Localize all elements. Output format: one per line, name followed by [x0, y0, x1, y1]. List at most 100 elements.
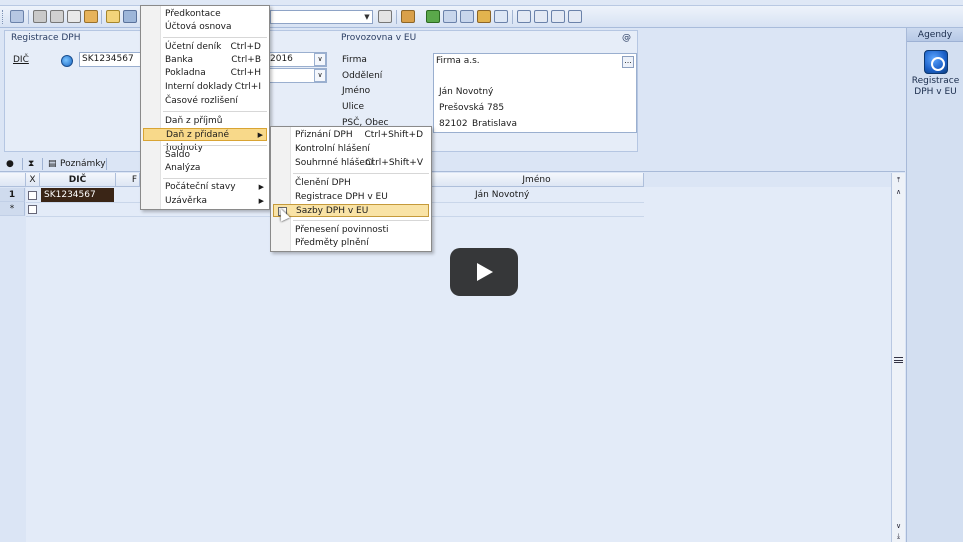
menu-item-label: Pokladna: [165, 68, 206, 78]
submenu-item-priznani-dph[interactable]: Přiznání DPH Ctrl+Shift+D: [273, 129, 429, 142]
menu-item-label: Předměty plnění: [295, 238, 369, 248]
ellipsis-button[interactable]: ...: [622, 56, 634, 68]
menu-item-dan-z-prijmu[interactable]: Daň z příjmů: [143, 115, 267, 128]
menu-separator: [293, 220, 429, 221]
dic-input[interactable]: SK1234567: [79, 52, 141, 67]
menu-item-uctova-osnova[interactable]: Účtová osnova: [143, 21, 267, 34]
email-icon[interactable]: @: [622, 33, 631, 43]
column-header-jmeno[interactable]: Jméno: [430, 173, 644, 187]
psc-value: 82102: [439, 119, 468, 129]
registrace-dph-eu-icon[interactable]: [924, 50, 948, 74]
jmeno-cell[interactable]: Ján Novotný: [472, 188, 642, 202]
submenu-item-cleneni-dph[interactable]: Členění DPH: [273, 177, 429, 190]
video-play-button[interactable]: [450, 248, 518, 296]
menu-separator: [163, 145, 267, 146]
edit-icon[interactable]: [123, 10, 137, 23]
scroll-grip-icon[interactable]: [894, 357, 903, 363]
row-selector[interactable]: 1: [0, 188, 25, 202]
dic-cell[interactable]: SK1234567: [41, 188, 114, 202]
submenu-item-kontrolni-hlaseni[interactable]: Kontrolní hlášení: [273, 143, 429, 156]
help-icon[interactable]: [568, 10, 582, 23]
menu-item-label: Účetní deník: [165, 42, 222, 52]
iban-icon[interactable]: [494, 10, 508, 23]
column-header-dic[interactable]: DIČ: [40, 173, 116, 187]
folder-icon[interactable]: [401, 10, 415, 23]
menu-item-label: Uzávěrka: [165, 196, 207, 206]
menu-item-banka[interactable]: Banka Ctrl+B: [143, 54, 267, 67]
menu-item-label: Interní doklady: [165, 82, 233, 92]
vat-submenu: Přiznání DPH Ctrl+Shift+D Kontrolní hláše…: [270, 126, 432, 252]
submenu-item-registrace-dph-v-eu[interactable]: Registrace DPH v EU: [273, 191, 429, 204]
menu-item-pokladna[interactable]: Pokladna Ctrl+H: [143, 67, 267, 80]
oddeleni-label: Oddělení: [342, 71, 383, 81]
submenu-item-souhrnne-hlaseni[interactable]: Souhrnné hlášení Ctrl+Shift+V: [273, 157, 429, 170]
row-checkbox[interactable]: [28, 191, 37, 200]
menu-item-shortcut: Ctrl+H: [230, 68, 261, 78]
menu-item-shortcut: Ctrl+I: [234, 82, 261, 92]
dic-label[interactable]: DIČ: [13, 55, 29, 65]
menu-item-analyza[interactable]: Analýza: [143, 162, 267, 175]
menu-item-ucetni-denik[interactable]: Účetní deník Ctrl+D: [143, 41, 267, 54]
print-icon[interactable]: [50, 10, 64, 23]
bullet-icon[interactable]: ●: [6, 158, 14, 170]
export-icon[interactable]: [84, 10, 98, 23]
tag-icon[interactable]: [426, 10, 440, 23]
column-header-f[interactable]: F: [116, 173, 140, 187]
calculator-icon[interactable]: [460, 10, 474, 23]
registration-title: Registrace DPH: [11, 33, 81, 43]
preview-icon[interactable]: [67, 10, 81, 23]
notes-tab[interactable]: Poznámky: [60, 158, 106, 170]
menu-item-uzaverka[interactable]: Uzávěrka ▶: [143, 195, 267, 208]
submenu-item-preneseni-povinnosti[interactable]: Přenesení povinnosti: [273, 224, 429, 237]
submenu-arrow-icon: ▶: [258, 183, 264, 191]
scroll-bottom-icon[interactable]: ⤓: [893, 531, 904, 542]
menu-item-label: Kontrolní hlášení: [295, 144, 370, 154]
scroll-top-icon[interactable]: ⤒: [893, 175, 904, 186]
vertical-scrollbar[interactable]: ⤒ ∧ ∨ ⤓: [891, 173, 905, 542]
agendy-panel: Agendy Registrace DPH v EU: [906, 28, 963, 542]
window-split-icon[interactable]: [534, 10, 548, 23]
toolbar-combo[interactable]: ▼: [270, 10, 373, 24]
scroll-up-icon[interactable]: ∧: [893, 187, 904, 198]
firma-label: Firma: [342, 55, 367, 65]
second-dropdown-button[interactable]: ∨: [314, 69, 326, 82]
menu-item-predkontace[interactable]: Předkontace: [143, 8, 267, 21]
ulice-label: Ulice: [342, 102, 365, 112]
settings-icon[interactable]: [33, 10, 47, 23]
menu-item-label: Daň z příjmů: [165, 116, 223, 126]
globe-icon[interactable]: [61, 55, 73, 67]
window-icon[interactable]: [517, 10, 531, 23]
menu-item-saldo[interactable]: Saldo: [143, 149, 267, 162]
menu-item-dan-z-pridane-hodnoty[interactable]: Daň z přidané hodnoty ▶: [143, 128, 267, 153]
toolbar-grip[interactable]: [2, 10, 5, 24]
date-dropdown-button[interactable]: ∨: [314, 53, 326, 66]
menu-item-casove-rozliseni[interactable]: Časové rozlišení: [143, 95, 267, 108]
nav-icon[interactable]: [10, 10, 24, 23]
menu-item-pocatecni-stavy[interactable]: Počáteční stavy ▶: [143, 181, 267, 194]
new-row-checkbox[interactable]: [28, 205, 37, 214]
new-document-icon[interactable]: [106, 10, 120, 23]
window-list-icon[interactable]: [551, 10, 565, 23]
chevron-down-icon[interactable]: ▼: [362, 11, 372, 23]
column-header-x[interactable]: X: [26, 173, 40, 187]
submenu-item-predmety-plneni[interactable]: Předměty plnění: [273, 237, 429, 250]
menu-item-label: Přiznání DPH: [295, 130, 353, 140]
menu-item-label: Souhrnné hlášení: [295, 158, 374, 168]
menu-item-label: Banka: [165, 55, 193, 65]
table-icon[interactable]: [443, 10, 457, 23]
agenda-label-line1: Registrace: [911, 76, 960, 86]
registrace-dph-eu-label[interactable]: Registrace DPH v EU: [907, 76, 963, 98]
play-icon: [477, 263, 493, 281]
submenu-item-sazby-dph-v-eu[interactable]: Sazby DPH v EU: [273, 204, 429, 217]
hourglass-icon[interactable]: ⧗: [28, 158, 34, 170]
filter-icon[interactable]: [378, 10, 392, 23]
menu-item-label: Časové rozlišení: [165, 96, 238, 106]
users-icon[interactable]: [477, 10, 491, 23]
menu-item-interni-doklady[interactable]: Interní doklady Ctrl+I: [143, 81, 267, 94]
row-selector-new[interactable]: *: [0, 202, 25, 216]
data-grid: X DIČ F Jméno 1 * SK1234567 Ján Novotný: [0, 173, 905, 542]
eu-title: Provozovna v EU: [341, 33, 417, 43]
eu-address-box[interactable]: ... Firma a.s. Ján Novotný Prešovská 785…: [433, 53, 637, 133]
menu-item-label: Analýza: [165, 163, 201, 173]
notes-icon[interactable]: ▤: [48, 158, 57, 170]
